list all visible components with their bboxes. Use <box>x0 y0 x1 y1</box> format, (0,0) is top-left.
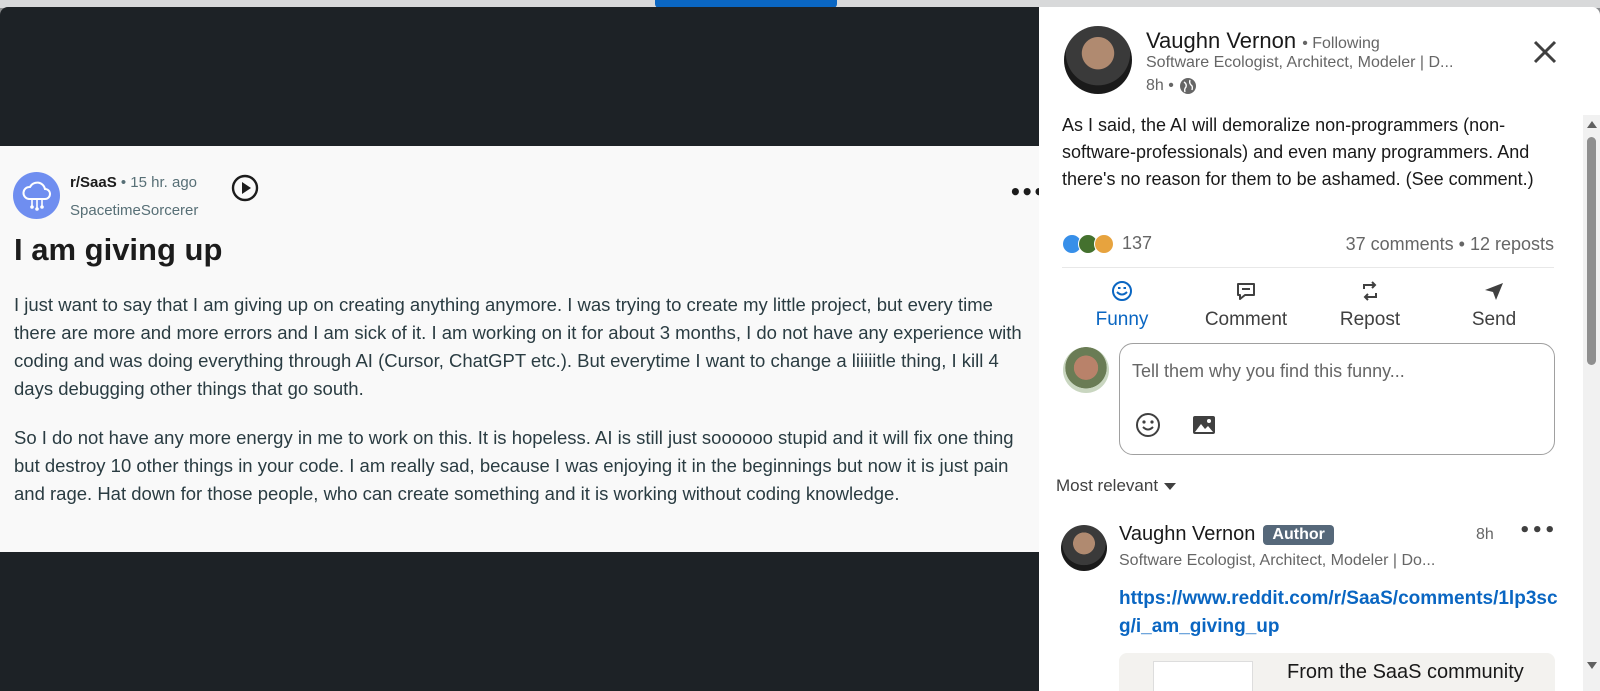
author-line: Vaughn Vernon • Following <box>1146 28 1380 54</box>
scroll-up-arrow-icon[interactable] <box>1587 121 1597 128</box>
image-pane: r/SaaS • 15 hr. ago SpacetimeSorcerer ••… <box>0 7 1045 691</box>
author-avatar[interactable] <box>1064 26 1132 94</box>
reddit-paragraph-1: I just want to say that I am giving up o… <box>14 294 1022 399</box>
comment-time: 8h <box>1476 526 1494 543</box>
follow-status: • Following <box>1302 35 1380 52</box>
comment-author-headline: Software Ecologist, Architect, Modeler |… <box>1119 552 1436 569</box>
author-headline: Software Ecologist, Architect, Modeler |… <box>1146 54 1454 71</box>
reddit-paragraph-2: So I do not have any more energy in me t… <box>14 427 1014 504</box>
comment-author-name[interactable]: Vaughn Vernon <box>1119 523 1255 546</box>
insightful-reaction-icon <box>1094 233 1114 254</box>
post-time: 8h • <box>1146 77 1174 94</box>
comment-icon <box>1237 283 1255 300</box>
repost-label: Repost <box>1339 309 1401 330</box>
funny-button[interactable]: Funny <box>1062 279 1182 331</box>
comment-more-icon[interactable]: ••• <box>1519 520 1557 541</box>
reddit-post-title: I am giving up <box>14 232 223 267</box>
comment-link[interactable]: https://www.reddit.com/r/SaaS/comments/1… <box>1119 585 1559 641</box>
divider <box>1062 267 1554 268</box>
sort-comments-dropdown[interactable]: Most relevant <box>1056 476 1177 496</box>
post-modal: r/SaaS • 15 hr. ago SpacetimeSorcerer ••… <box>0 7 1600 691</box>
comment-label: Comment <box>1204 309 1288 330</box>
reddit-post-time: • 15 hr. ago <box>120 174 198 191</box>
cloud-icon <box>22 181 51 211</box>
subreddit-avatar <box>13 172 60 219</box>
globe-icon <box>1179 78 1196 94</box>
emoji-icon[interactable] <box>1134 411 1162 439</box>
comment-box <box>1119 343 1555 455</box>
reddit-username: SpacetimeSorcerer <box>70 202 199 219</box>
repost-button[interactable]: Repost <box>1310 279 1430 331</box>
caret-down-icon <box>1164 482 1177 490</box>
reactions-summary[interactable]: 137 <box>1062 233 1152 254</box>
sort-label: Most relevant <box>1056 476 1159 495</box>
funny-label: Funny <box>1095 309 1149 330</box>
social-actions-bar: Funny Comment Repost Send <box>1062 279 1554 331</box>
comments-reposts-count[interactable]: 37 comments • 12 reposts <box>1346 234 1554 255</box>
reaction-count: 137 <box>1122 233 1153 253</box>
funny-icon <box>1112 281 1132 301</box>
post-time-line: 8h • <box>1146 77 1197 95</box>
preview-title: From the SaaS community <box>1287 661 1524 683</box>
send-label: Send <box>1471 309 1517 330</box>
current-user-avatar <box>1063 347 1109 393</box>
repost-icon <box>1363 281 1377 301</box>
send-icon <box>1485 283 1503 300</box>
close-icon[interactable] <box>1530 37 1560 67</box>
scrollbar-thumb[interactable] <box>1587 137 1596 365</box>
comment-button[interactable]: Comment <box>1186 279 1306 331</box>
scrollbar[interactable] <box>1583 115 1600 691</box>
preview-thumbnail <box>1153 661 1253 691</box>
scroll-down-arrow-icon[interactable] <box>1587 662 1597 669</box>
play-icon <box>231 174 259 202</box>
link-preview-card[interactable]: From the SaaS community <box>1119 653 1555 691</box>
post-details-pane: Vaughn Vernon • Following Software Ecolo… <box>1039 7 1600 691</box>
comment-author-line: Vaughn Vernon Author <box>1119 523 1334 546</box>
subreddit-name: r/SaaS <box>70 174 117 191</box>
image-icon[interactable] <box>1190 411 1218 439</box>
send-button[interactable]: Send <box>1434 279 1554 331</box>
comment-input[interactable] <box>1132 358 1532 384</box>
post-text: As I said, the AI will demoralize non-pr… <box>1062 115 1534 189</box>
author-name[interactable]: Vaughn Vernon <box>1146 28 1296 53</box>
comment-author-avatar[interactable] <box>1061 525 1107 571</box>
subreddit-line: r/SaaS • 15 hr. ago <box>70 174 197 191</box>
author-badge: Author <box>1263 524 1334 545</box>
